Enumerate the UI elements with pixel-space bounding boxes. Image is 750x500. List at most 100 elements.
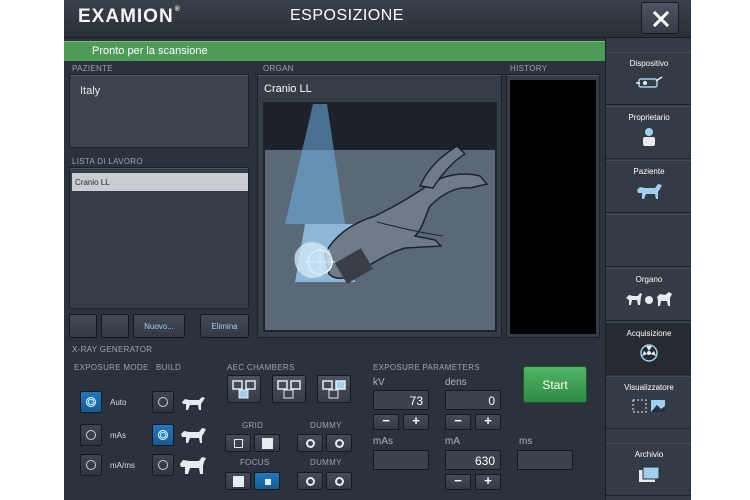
ma-value[interactable]: 630 bbox=[445, 450, 501, 470]
sidebar-item-paziente[interactable]: Paziente bbox=[606, 160, 691, 213]
exposure-mode-mams-radio[interactable] bbox=[80, 454, 102, 476]
ma-label: mA bbox=[445, 436, 460, 447]
sidebar-item-empty bbox=[606, 214, 691, 267]
ma-plus-button[interactable]: + bbox=[475, 474, 501, 490]
archive-icon bbox=[606, 464, 691, 489]
mas-label: mAs bbox=[373, 436, 393, 447]
sidebar-item-dispositivo[interactable]: Dispositivo bbox=[606, 52, 691, 105]
kv-value[interactable]: 73 bbox=[373, 390, 429, 410]
dummy-1-button-a[interactable] bbox=[297, 434, 323, 452]
dummy-1-button-b[interactable] bbox=[326, 434, 352, 452]
exposure-mode-mas-label: mAs bbox=[110, 431, 126, 440]
build-label: BUILD bbox=[156, 363, 182, 372]
dog-medium-icon bbox=[181, 428, 206, 443]
worklist-button-2[interactable] bbox=[101, 314, 129, 338]
sidebar-item-acquisizione[interactable]: Acquisizione bbox=[606, 322, 691, 375]
exposure-parameters-label: EXPOSURE PARAMETERS bbox=[373, 363, 480, 372]
history-list[interactable] bbox=[510, 80, 596, 334]
organ-preview-image bbox=[263, 102, 497, 332]
kv-label: kV bbox=[373, 377, 385, 388]
right-sidebar: Dispositivo Proprietario Paziente Organo… bbox=[605, 38, 691, 500]
exposure-mode-label: EXPOSURE MODE bbox=[74, 363, 149, 372]
aec-chamber-icon bbox=[232, 380, 256, 399]
worklist-section-label: LISTA DI LAVORO bbox=[72, 157, 143, 166]
dog-small-icon bbox=[182, 397, 205, 410]
aec-chambers-label: AEC CHAMBERS bbox=[227, 363, 295, 372]
sidebar-item-label: Archivio bbox=[634, 450, 664, 459]
close-icon bbox=[653, 11, 669, 27]
dummy-label-2: DUMMY bbox=[310, 458, 342, 467]
mas-value[interactable] bbox=[373, 450, 429, 470]
focus-label: FOCUS bbox=[240, 458, 270, 467]
focus-small-button[interactable] bbox=[254, 472, 280, 490]
sidebar-item-visualizzatore[interactable]: Visualizzatore bbox=[606, 376, 691, 429]
grid-label: GRID bbox=[242, 421, 264, 430]
ms-value[interactable] bbox=[517, 450, 573, 470]
aec-chamber-icon bbox=[322, 380, 346, 399]
dens-value[interactable]: 0 bbox=[445, 390, 501, 410]
close-button[interactable] bbox=[641, 2, 679, 34]
status-bar: Pronto per la scansione bbox=[64, 41, 605, 61]
history-panel bbox=[506, 74, 600, 338]
top-bar: EXAMION® ESPOSIZIONE bbox=[64, 0, 691, 38]
examion-logo: EXAMION® bbox=[78, 6, 181, 27]
exposure-mode-mams-label: mA/ms bbox=[110, 461, 135, 470]
ma-minus-button[interactable]: − bbox=[445, 474, 471, 490]
animals-icon bbox=[606, 289, 691, 312]
exposure-window: EXAMION® ESPOSIZIONE Pronto per la scans… bbox=[64, 0, 691, 500]
status-text: Pronto per la scansione bbox=[92, 45, 208, 57]
organ-name: Cranio LL bbox=[264, 83, 312, 95]
dummy-label-1: DUMMY bbox=[310, 421, 342, 430]
exposure-mode-auto-label: Auto bbox=[110, 398, 127, 407]
sidebar-item-archivio[interactable]: Archivio bbox=[606, 443, 691, 496]
build-small-radio[interactable] bbox=[152, 391, 174, 413]
dog-xray-illustration bbox=[265, 104, 495, 330]
aec-chamber-button-1[interactable] bbox=[227, 375, 261, 403]
patient-section-label: PAZIENTE bbox=[72, 64, 113, 73]
kv-minus-button[interactable]: − bbox=[373, 414, 399, 430]
viewer-icon bbox=[606, 397, 691, 420]
sidebar-item-label: Proprietario bbox=[628, 113, 670, 122]
build-medium-radio[interactable] bbox=[152, 424, 174, 446]
focus-large-button[interactable] bbox=[225, 472, 251, 490]
dummy-2-button-a[interactable] bbox=[297, 472, 323, 490]
aec-chamber-button-3[interactable] bbox=[317, 375, 351, 403]
sidebar-item-proprietario[interactable]: Proprietario bbox=[606, 106, 691, 159]
aec-chamber-icon bbox=[277, 380, 301, 399]
organ-section-label: ORGAN bbox=[263, 64, 294, 73]
device-icon bbox=[606, 73, 691, 96]
generator-section-label: X-RAY GENERATOR bbox=[72, 345, 153, 354]
dens-plus-button[interactable]: + bbox=[475, 414, 501, 430]
sidebar-item-label: Acquisizione bbox=[626, 329, 672, 338]
worklist-button-1[interactable] bbox=[69, 314, 97, 338]
sidebar-item-label: Organo bbox=[635, 275, 663, 284]
page-title: ESPOSIZIONE bbox=[290, 7, 404, 24]
sidebar-item-label: Paziente bbox=[633, 167, 665, 176]
patient-panel: Italy bbox=[69, 74, 249, 148]
dens-label: dens bbox=[445, 377, 467, 388]
worklist-item[interactable]: Cranio LL bbox=[72, 173, 248, 191]
exposure-mode-auto-radio[interactable] bbox=[80, 391, 102, 413]
radiation-icon bbox=[606, 343, 691, 368]
worklist-panel: Cranio LL bbox=[69, 167, 249, 309]
build-large-radio[interactable] bbox=[152, 454, 174, 476]
grid-on-button[interactable] bbox=[254, 434, 280, 452]
sidebar-item-label: Visualizzatore bbox=[624, 383, 674, 392]
dog-large-icon bbox=[180, 457, 206, 474]
delete-button[interactable]: Elimina bbox=[200, 314, 249, 338]
kv-plus-button[interactable]: + bbox=[403, 414, 429, 430]
grid-off-button[interactable] bbox=[225, 434, 251, 452]
history-section-label: HISTORY bbox=[510, 64, 548, 73]
sidebar-item-label: Dispositivo bbox=[629, 59, 669, 68]
new-button[interactable]: Nuovo... bbox=[133, 314, 185, 338]
aec-chamber-button-2[interactable] bbox=[272, 375, 306, 403]
patient-name: Italy bbox=[80, 85, 101, 97]
start-button[interactable]: Start bbox=[523, 366, 587, 403]
owner-icon bbox=[606, 127, 691, 152]
dens-minus-button[interactable]: − bbox=[445, 414, 471, 430]
sidebar-item-organo[interactable]: Organo bbox=[606, 268, 691, 321]
dog-icon bbox=[606, 181, 691, 206]
ms-label: ms bbox=[519, 436, 533, 447]
exposure-mode-mas-radio[interactable] bbox=[80, 424, 102, 446]
dummy-2-button-b[interactable] bbox=[326, 472, 352, 490]
